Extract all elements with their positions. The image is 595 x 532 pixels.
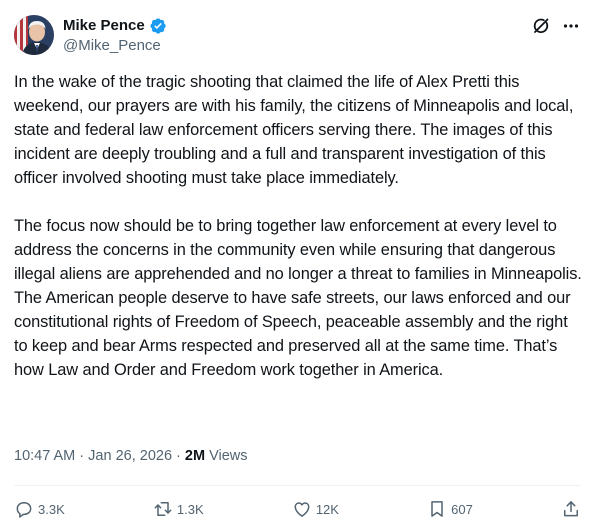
- divider: [14, 485, 581, 486]
- tweet-paragraph: In the wake of the tragic shooting that …: [14, 73, 574, 187]
- bookmark-icon: [427, 499, 447, 519]
- verified-badge-icon: [149, 17, 167, 35]
- author-handle[interactable]: @Mike_Pence: [63, 37, 161, 55]
- tweet-card: Mike Pence @Mike_Pence In the wake of th…: [0, 0, 595, 532]
- like-icon: [292, 499, 312, 519]
- more-icon[interactable]: [561, 16, 581, 36]
- tweet-date[interactable]: Jan 26, 2026: [88, 448, 172, 464]
- avatar[interactable]: [14, 15, 54, 55]
- grok-icon[interactable]: [531, 16, 551, 36]
- reply-count: 3.3K: [38, 501, 65, 517]
- meta-separator: ·: [75, 448, 89, 464]
- like-count: 12K: [315, 501, 339, 517]
- action-bar: 3.3K 1.3K 12K 607: [14, 495, 581, 523]
- share-icon: [561, 499, 581, 519]
- tweet-text: In the wake of the tragic shooting that …: [14, 70, 584, 382]
- views-count: 2M: [184, 448, 206, 464]
- tweet-paragraph: The focus now should be to bring togethe…: [14, 217, 582, 379]
- author-name[interactable]: Mike Pence: [63, 17, 145, 35]
- tweet-time[interactable]: 10:47 AM: [14, 448, 75, 464]
- bookmark-count: 607: [451, 501, 473, 517]
- reply-button[interactable]: 3.3K: [14, 499, 65, 519]
- reply-icon: [14, 499, 34, 519]
- views-label: Views: [209, 448, 248, 464]
- tweet-meta: 10:47 AM · Jan 26, 2026 · 2M Views: [14, 446, 248, 466]
- repost-button[interactable]: 1.3K: [153, 499, 204, 519]
- share-button[interactable]: [561, 499, 581, 519]
- meta-separator: ·: [172, 448, 185, 464]
- like-button[interactable]: 12K: [292, 499, 339, 519]
- repost-count: 1.3K: [176, 501, 204, 517]
- repost-icon: [153, 499, 173, 519]
- bookmark-button[interactable]: 607: [427, 499, 473, 519]
